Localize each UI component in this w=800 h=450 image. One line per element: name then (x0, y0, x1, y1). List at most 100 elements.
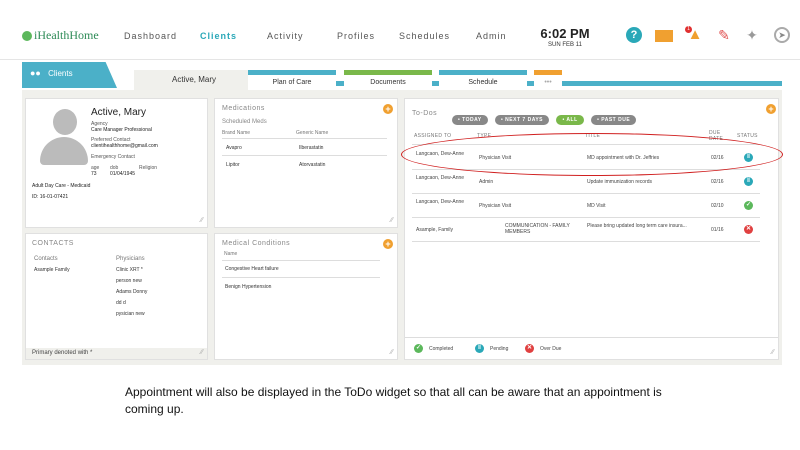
med-generic-2: Atorvastatin (299, 162, 326, 168)
condition-item: Congestive Heart failure (225, 266, 279, 272)
filter-today[interactable]: • TODAY (452, 115, 488, 125)
highlight-ellipse (401, 133, 783, 176)
legend-overdue: Over Due (540, 346, 562, 352)
top-bar: iHealthHome Dashboard Clients Activity P… (0, 0, 800, 60)
physician-item[interactable]: Clinic XRT * (116, 267, 143, 273)
col-status: STATUS (737, 133, 758, 139)
pause-icon: ‖ (744, 177, 753, 186)
resize-handle-icon[interactable]: ∕∕ (201, 217, 203, 224)
add-condition-icon[interactable]: + (383, 239, 393, 249)
clock: 6:02 PM SUN FEB 11 (540, 26, 590, 48)
physician-item[interactable]: person new (116, 278, 142, 284)
col-assigned-to: ASSIGNED TO (414, 133, 452, 139)
age-value: 73 (91, 171, 97, 177)
med-brand-2: Lipitor (226, 162, 240, 168)
clock-date: SUN FEB 11 (548, 42, 582, 48)
todo-title: Update immunization records (587, 179, 653, 185)
resize-handle-icon[interactable]: ∕∕ (201, 349, 203, 356)
medications-card: Medications + Scheduled Meds Brand Name … (214, 98, 398, 228)
med-generic-1: Ilberastatin (299, 145, 324, 151)
clock-time: 6:02 PM (540, 26, 590, 41)
tab-plan-of-care[interactable]: Plan of Care (248, 70, 336, 92)
compass-icon[interactable]: ➤ (774, 27, 790, 43)
todo-assigned: Langcaon, Dew-Anne (416, 199, 465, 205)
notification-badge: 1 (685, 26, 692, 33)
filter-past-due[interactable]: • PAST DUE (591, 115, 637, 125)
physician-item[interactable]: pysician new (116, 311, 145, 317)
todos-title: To-Dos (412, 110, 438, 117)
physician-item[interactable]: dd d (116, 300, 126, 306)
nav-activity[interactable]: Activity (267, 31, 304, 41)
religion-label: Religion (139, 165, 158, 171)
legend-check-icon: ✓ (414, 344, 423, 353)
col-brand-name: Brand Name (222, 130, 251, 136)
client-name: Active, Mary (91, 107, 147, 118)
slide-caption: Appointment will also be displayed in th… (125, 385, 662, 416)
resize-handle-icon[interactable]: ∕∕ (391, 217, 393, 224)
mail-icon[interactable] (655, 30, 673, 42)
col-generic-name: Generic Name (296, 130, 329, 136)
pin-icon[interactable]: ✦ (744, 27, 760, 43)
program-value: Adult Day Care - Medicaid (32, 183, 91, 189)
preferred-contact-value[interactable]: clientihealthhome@gmail.com (91, 143, 158, 149)
logo-icon (22, 30, 32, 41)
dob-value: 01/04/1945 (110, 171, 136, 177)
filter-next-7-days[interactable]: • NEXT 7 DAYS (495, 115, 550, 125)
profile-card: Active, Mary Agency Care Manager Profess… (25, 98, 208, 228)
pencil-icon[interactable]: ✎ (716, 27, 732, 43)
help-icon[interactable]: ? (626, 27, 642, 43)
tab-documents[interactable]: Documents (344, 70, 432, 92)
avatar (38, 107, 90, 167)
users-icon: ●● (30, 68, 41, 78)
todo-assigned: Asample, Family (416, 227, 453, 233)
contact-item[interactable]: Asample Family (34, 267, 70, 273)
x-icon: ✕ (744, 225, 753, 234)
tab-active-client[interactable]: Active, Mary (134, 70, 254, 90)
check-icon: ✓ (744, 201, 753, 210)
add-medication-icon[interactable]: + (383, 104, 393, 114)
conditions-card: Medical Conditions + Name Congestive Hea… (214, 233, 398, 360)
add-todo-icon[interactable]: + (766, 104, 776, 114)
medications-title: Medications (222, 105, 265, 112)
app-logo[interactable]: iHealthHome (22, 28, 99, 43)
todo-due: 01/16 (711, 227, 724, 233)
todo-filters: • TODAY • NEXT 7 DAYS • ALL • PAST DUE (452, 108, 639, 126)
todo-type: Physician Visit (479, 203, 512, 209)
scheduled-meds-label: Scheduled Meds (222, 119, 267, 125)
nav-admin[interactable]: Admin (476, 31, 507, 41)
legend-pending: Pending (490, 346, 509, 352)
legend-pause-icon: ‖ (475, 344, 484, 353)
todo-due: 02/16 (711, 179, 724, 185)
col-physicians: Physicians (116, 256, 145, 262)
todo-title: MD Visit (587, 203, 606, 209)
col-contacts: Contacts (34, 256, 58, 262)
med-brand-1: Avapro (226, 145, 242, 151)
app-logo-text: iHealthHome (34, 28, 99, 42)
contacts-card: CONTACTS Contacts Physicians Asample Fam… (25, 233, 208, 360)
nav-schedules[interactable]: Schedules (399, 31, 450, 41)
physician-item[interactable]: Adams Donny (116, 289, 147, 295)
tab-clients-label: Clients (48, 69, 73, 78)
todo-title: Please bring updated long term care insu… (587, 223, 687, 229)
tab-clients[interactable]: ●● Clients (22, 62, 117, 88)
legend-completed: Completed (429, 346, 454, 352)
resize-handle-icon[interactable]: ∕∕ (772, 349, 774, 356)
resize-handle-icon[interactable]: ∕∕ (391, 349, 393, 356)
nav-profiles[interactable]: Profiles (337, 31, 375, 41)
conditions-title: Medical Conditions (222, 240, 291, 247)
filter-all[interactable]: • ALL (556, 115, 584, 125)
todo-assigned: Langcaon, Dew-Anne (416, 175, 465, 181)
legend-x-icon: ✕ (525, 344, 534, 353)
nav-dashboard[interactable]: Dashboard (124, 31, 177, 41)
todo-type: Admin (479, 179, 494, 185)
tab-more[interactable]: ••• (534, 70, 562, 92)
todo-type: COMMUNICATION - FAMILY MEMBERS (505, 223, 570, 235)
emergency-contact-label: Emergency Contact (91, 154, 135, 160)
condition-item: Benign Hypertension (225, 284, 272, 290)
col-condition-name: Name (224, 251, 238, 257)
contacts-title: CONTACTS (32, 240, 74, 247)
tab-schedule[interactable]: Schedule (439, 70, 527, 92)
agency-value: Care Manager Professional (91, 127, 152, 133)
nav-clients[interactable]: Clients (200, 31, 237, 41)
primary-note: Primary denoted with * (32, 350, 93, 356)
